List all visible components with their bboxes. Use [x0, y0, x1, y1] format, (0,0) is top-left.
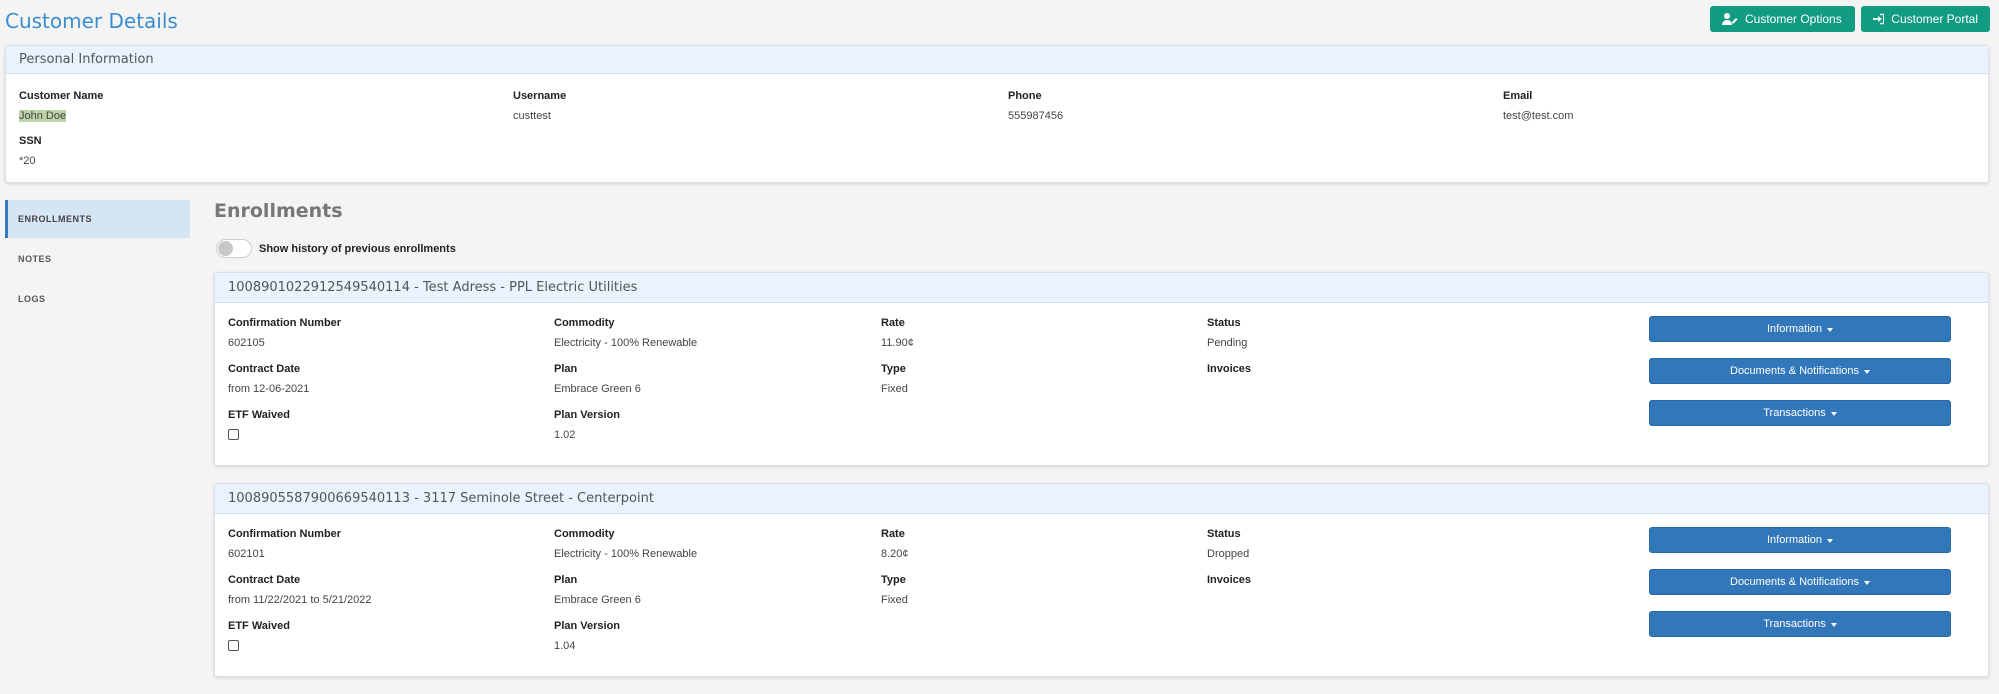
- type-label: Type: [881, 363, 906, 375]
- enrollment-card: 1008901022912549540114 - Test Adress - P…: [214, 272, 1989, 466]
- type-value: Fixed: [881, 383, 908, 395]
- email-value: test@test.com: [1503, 110, 1574, 122]
- page-title: Customer Details: [5, 9, 178, 33]
- rate-label: Rate: [881, 528, 905, 540]
- username-value: custtest: [513, 110, 551, 122]
- caret-down-icon: [1827, 327, 1834, 332]
- personal-information-card: Personal Information Customer Name John …: [5, 45, 1989, 183]
- ssn-label: SSN: [19, 135, 42, 147]
- documents-notifications-label: Documents & Notifications: [1730, 576, 1859, 588]
- phone-label: Phone: [1008, 90, 1042, 102]
- rate-value: 11.90¢: [881, 337, 914, 349]
- commodity-label: Commodity: [554, 528, 615, 540]
- commodity-label: Commodity: [554, 317, 615, 329]
- personal-information-header: Personal Information: [6, 46, 1988, 74]
- invoices-label: Invoices: [1207, 363, 1252, 375]
- plan-label: Plan: [554, 363, 578, 375]
- username-label: Username: [513, 90, 567, 102]
- status-label: Status: [1207, 317, 1241, 329]
- plan-label: Plan: [554, 574, 578, 586]
- history-toggle-row: Show history of previous enrollments: [216, 239, 456, 258]
- sidebar-item-logs[interactable]: LOGS: [5, 280, 190, 318]
- customer-name-value[interactable]: John Doe: [19, 110, 67, 122]
- status-label: Status: [1207, 528, 1241, 540]
- transactions-label: Transactions: [1763, 618, 1826, 630]
- transactions-button[interactable]: Transactions: [1649, 611, 1951, 637]
- rate-value: 8.20¢: [881, 548, 909, 560]
- etf-waived-label: ETF Waived: [228, 620, 290, 632]
- sidebar: ENROLLMENTS NOTES LOGS: [5, 200, 190, 320]
- plan-version-value: 1.02: [554, 429, 576, 441]
- user-edit-icon: [1722, 13, 1738, 25]
- customer-options-button[interactable]: Customer Options: [1710, 6, 1855, 32]
- caret-down-icon: [1864, 580, 1870, 585]
- confirmation-label: Confirmation Number: [228, 317, 342, 329]
- status-value: Dropped: [1207, 548, 1250, 560]
- plan-version-label: Plan Version: [554, 409, 621, 421]
- contract-date-value: from 12-06-2021: [228, 383, 310, 395]
- enrollments-title: Enrollments: [214, 200, 343, 222]
- type-value: Fixed: [881, 594, 908, 606]
- customer-name-label: Customer Name: [19, 90, 104, 102]
- confirmation-value: 602101: [228, 548, 265, 560]
- email-label: Email: [1503, 90, 1533, 102]
- status-value: Pending: [1207, 337, 1248, 349]
- confirmation-label: Confirmation Number: [228, 528, 342, 540]
- information-button[interactable]: Information: [1649, 527, 1951, 553]
- information-label: Information: [1766, 323, 1823, 335]
- enrollment-header: 1008905587900669540113 - 3117 Seminole S…: [215, 484, 1988, 514]
- documents-notifications-button[interactable]: Documents & Notifications: [1649, 569, 1951, 595]
- ssn-value: *20: [19, 155, 36, 167]
- sidebar-item-notes[interactable]: NOTES: [5, 240, 190, 278]
- plan-version-value: 1.04: [554, 640, 576, 652]
- caret-down-icon: [1864, 369, 1870, 374]
- information-label: Information: [1766, 534, 1823, 546]
- rate-label: Rate: [881, 317, 905, 329]
- toggle-knob: [218, 241, 233, 256]
- phone-field: Phone 555987456: [1008, 90, 1063, 122]
- confirmation-value: 602105: [228, 337, 265, 349]
- history-toggle-label: Show history of previous enrollments: [259, 242, 456, 255]
- transactions-label: Transactions: [1763, 407, 1826, 419]
- ssn-field: SSN *20: [19, 135, 42, 167]
- enrollment-header: 1008901022912549540114 - Test Adress - P…: [215, 273, 1988, 303]
- customer-portal-label: Customer Portal: [1891, 12, 1978, 26]
- enrollment-card: 1008905587900669540113 - 3117 Seminole S…: [214, 483, 1989, 677]
- contract-date-value: from 11/22/2021 to 5/21/2022: [228, 594, 372, 606]
- sidebar-item-enrollments[interactable]: ENROLLMENTS: [5, 200, 190, 238]
- contract-date-label: Contract Date: [228, 574, 301, 586]
- type-label: Type: [881, 574, 906, 586]
- contract-date-label: Contract Date: [228, 363, 301, 375]
- caret-down-icon: [1830, 411, 1837, 416]
- information-button[interactable]: Information: [1649, 316, 1951, 342]
- caret-down-icon: [1830, 622, 1837, 627]
- customer-options-label: Customer Options: [1745, 12, 1842, 26]
- etf-waived-label: ETF Waived: [228, 409, 290, 421]
- plan-version-label: Plan Version: [554, 620, 621, 632]
- commodity-value: Electricity - 100% Renewable: [554, 337, 698, 349]
- caret-down-icon: [1827, 538, 1834, 543]
- plan-value: Embrace Green 6: [554, 383, 641, 395]
- plan-value: Embrace Green 6: [554, 594, 641, 606]
- transactions-button[interactable]: Transactions: [1649, 400, 1951, 426]
- documents-notifications-label: Documents & Notifications: [1730, 365, 1859, 377]
- commodity-value: Electricity - 100% Renewable: [554, 548, 698, 560]
- etf-waived-checkbox[interactable]: [228, 429, 239, 440]
- history-toggle[interactable]: [216, 239, 252, 258]
- sign-in-icon: [1873, 13, 1885, 25]
- customer-name-field: Customer Name John Doe: [19, 90, 103, 122]
- documents-notifications-button[interactable]: Documents & Notifications: [1649, 358, 1951, 384]
- invoices-label: Invoices: [1207, 574, 1252, 586]
- email-field: Email test@test.com: [1503, 90, 1573, 122]
- customer-portal-button[interactable]: Customer Portal: [1861, 6, 1990, 32]
- username-field: Username custtest: [513, 90, 566, 122]
- etf-waived-checkbox[interactable]: [228, 640, 239, 651]
- phone-value: 555987456: [1008, 110, 1064, 122]
